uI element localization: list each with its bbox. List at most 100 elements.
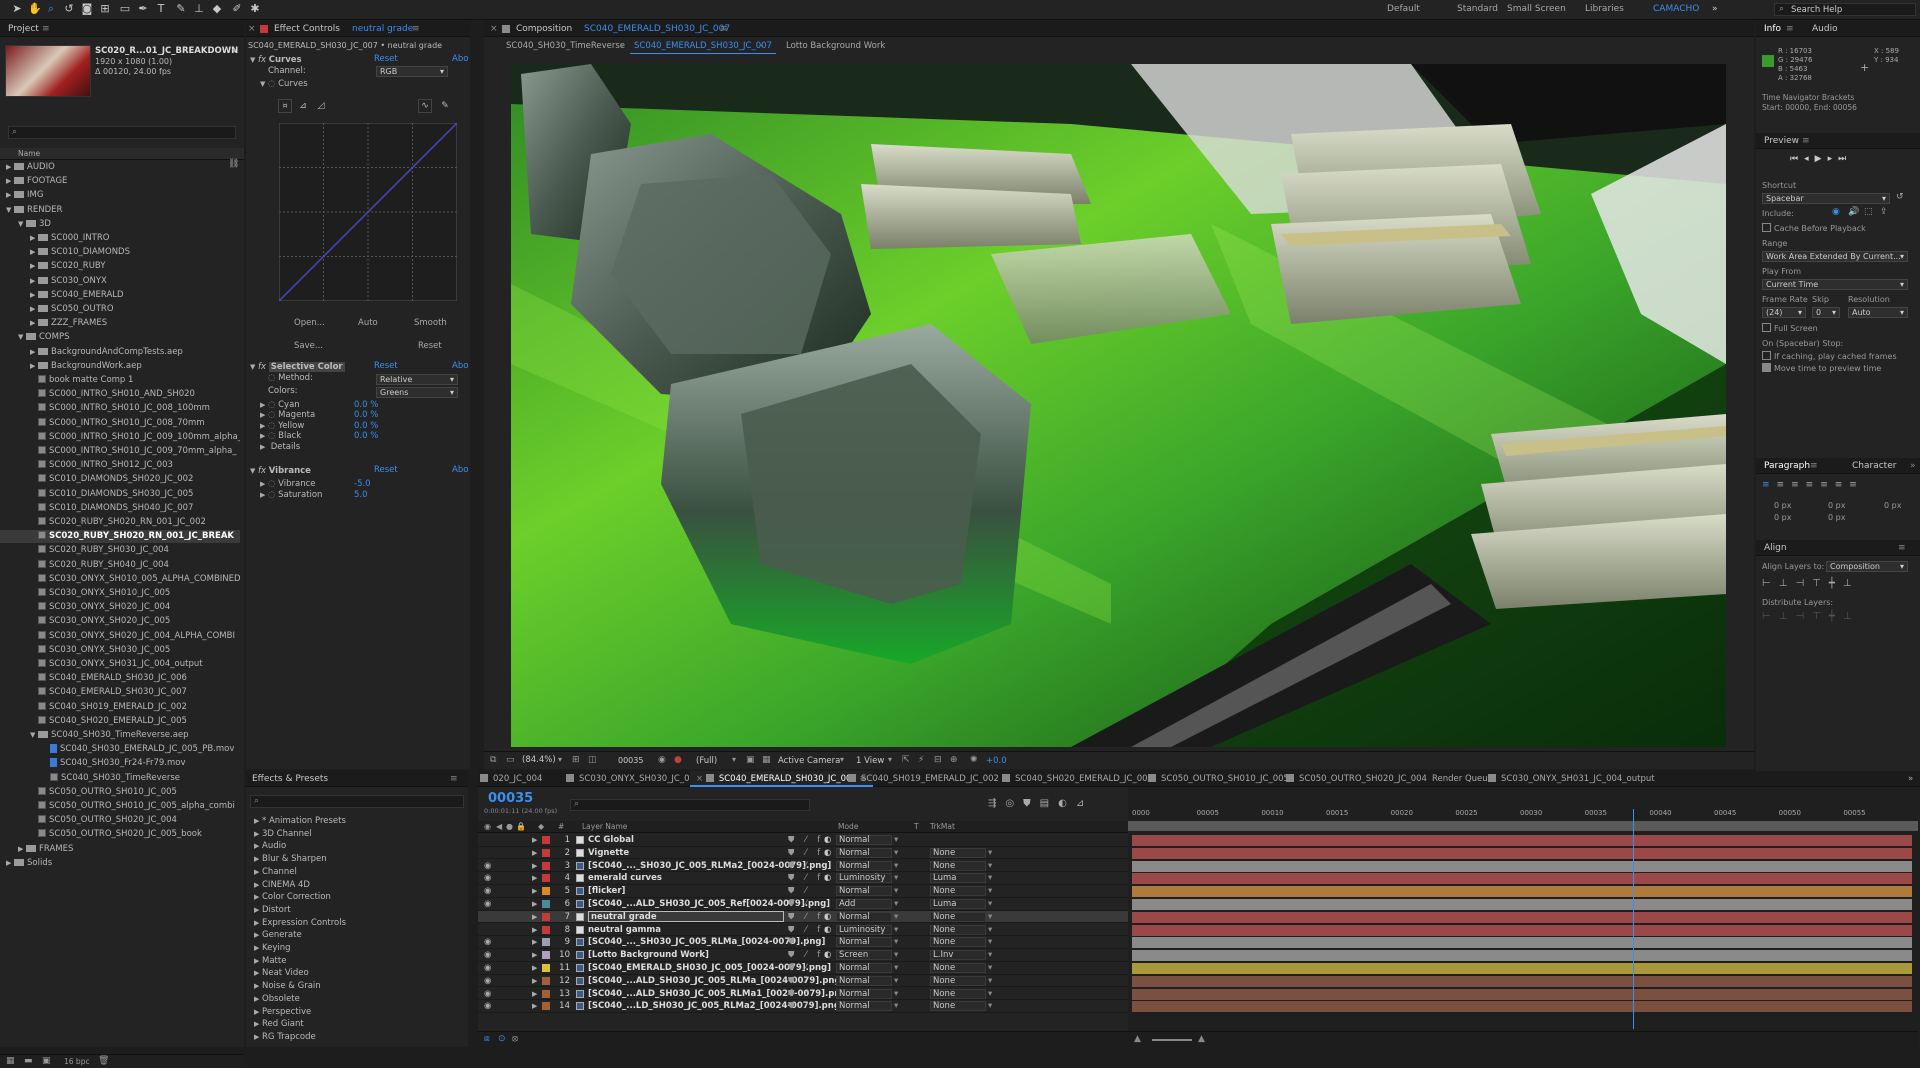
layer-duration-bar[interactable]: [1132, 873, 1912, 885]
move-time-checkbox[interactable]: [1762, 363, 1771, 372]
label-color[interactable]: [542, 900, 550, 908]
selective-color-details[interactable]: ▶ Details: [260, 441, 492, 453]
magnification-dropdown[interactable]: (84.4%): [522, 755, 556, 765]
project-item[interactable]: ▼ COMPS: [0, 331, 240, 344]
expand-right-icon[interactable]: ▶: [254, 967, 262, 980]
visibility-eye-icon[interactable]: ◉: [484, 860, 491, 873]
chevron-down-icon[interactable]: ▾: [894, 949, 898, 962]
label-color[interactable]: [542, 861, 550, 870]
effect-category[interactable]: ▶ Channel: [254, 866, 297, 879]
expand-right-icon[interactable]: ▶: [6, 189, 14, 202]
project-item[interactable]: SC040_SH030_TimeReverse: [0, 772, 240, 785]
track-matte-dropdown[interactable]: None: [930, 1001, 986, 1012]
label-color[interactable]: [542, 925, 550, 934]
project-item[interactable]: ▶ SC010_DIAMONDS: [0, 246, 240, 259]
skip-dropdown[interactable]: 0 ▾: [1812, 307, 1840, 318]
chevron-down-icon[interactable]: ▾: [894, 975, 898, 988]
track-matte-dropdown[interactable]: None: [930, 860, 986, 871]
chevron-down-icon[interactable]: ▾: [988, 1000, 992, 1013]
project-item[interactable]: ▶ AUDIO: [0, 161, 240, 174]
in-out-icon[interactable]: ⦻: [512, 1034, 518, 1044]
timeline-tab[interactable]: SC030_ONYX_SH031_JC_004_output: [1488, 771, 1655, 787]
chevron-down-icon[interactable]: ▾: [988, 911, 992, 924]
align-right-edges-icon[interactable]: ⊣: [1795, 578, 1812, 589]
effect-category[interactable]: ▶ Distort: [254, 904, 291, 917]
effect-category[interactable]: ▶ Neat Video: [254, 967, 309, 980]
project-item[interactable]: SC050_OUTRO_SH020_JC_005_book: [0, 828, 240, 841]
effect-controls-tab[interactable]: Effect Controls: [274, 21, 340, 37]
preview-tab[interactable]: Preview: [1764, 133, 1799, 149]
expand-right-icon[interactable]: ▶: [6, 857, 14, 870]
indent-left-value[interactable]: 0 px: [1774, 501, 1791, 510]
channel-dropdown[interactable]: RGB ▾: [376, 66, 448, 77]
expand-right-icon[interactable]: ▶: [6, 175, 14, 188]
chevron-down-icon[interactable]: ▾: [988, 898, 992, 911]
label-color[interactable]: [542, 938, 550, 947]
resolution-dropdown[interactable]: (Full): [696, 756, 717, 766]
playhead[interactable]: [1632, 809, 1634, 1029]
interpret-footage-icon[interactable]: ▦: [6, 1056, 15, 1066]
visibility-eye-icon[interactable]: ◉: [484, 962, 491, 975]
chevron-down-icon[interactable]: ▾: [894, 898, 898, 911]
vibrance-header[interactable]: ▼ fx Vibrance: [250, 465, 482, 477]
curve-pencil-icon[interactable]: ✎: [438, 99, 452, 113]
project-item[interactable]: ▶ Solids: [0, 857, 240, 870]
chevron-down-icon[interactable]: ▾: [894, 962, 898, 975]
blend-mode-dropdown[interactable]: Normal: [836, 937, 892, 948]
expand-right-icon[interactable]: ▶: [532, 962, 537, 975]
timeline-tab[interactable]: × SC040_EMERALD_SH030_JC_007 ≡: [690, 771, 873, 787]
workspace-small-screen[interactable]: Small Screen: [1507, 4, 1566, 14]
visibility-eye-icon[interactable]: ◉: [484, 885, 491, 898]
expand-right-icon[interactable]: ▶: [30, 346, 38, 359]
space-after-value[interactable]: 0 px: [1828, 513, 1845, 522]
expand-right-icon[interactable]: ▶: [260, 441, 268, 453]
chevron-down-icon[interactable]: ▾: [988, 847, 992, 860]
justify-right-icon[interactable]: ≡: [1835, 480, 1850, 490]
expand-right-icon[interactable]: ▶: [254, 879, 262, 892]
effect-category[interactable]: ▶ Keying: [254, 942, 291, 955]
effect-controls-layer[interactable]: neutral grade: [352, 21, 413, 37]
layer-row[interactable]: ◉ ▶ 5 [flicker] ⛊ ⁄ Normal ▾ None ▾: [478, 885, 1128, 898]
track-matte-dropdown[interactable]: None: [930, 911, 986, 922]
layer-duration-bar[interactable]: [1132, 847, 1912, 859]
chevron-down-icon[interactable]: ▾: [894, 885, 898, 898]
move-time-option[interactable]: Move time to preview time: [1762, 363, 1881, 373]
method-dropdown[interactable]: Relative ▾: [376, 374, 458, 385]
composition-tab-name[interactable]: SC040_EMERALD_SH030_JC_007: [584, 21, 730, 37]
layer-row[interactable]: ◉ ▶ 10 [Lotto Background Work] ⛊ ⁄ fx ◐ Screen…: [478, 949, 1128, 962]
expand-right-icon[interactable]: ▶: [30, 275, 38, 288]
new-folder-icon[interactable]: ▬: [24, 1056, 33, 1066]
chevron-down-icon[interactable]: ▾: [894, 988, 898, 1001]
project-item[interactable]: SC010_DIAMONDS_SH030_JC_005: [0, 488, 240, 501]
layer-switches[interactable]: ⛊ ⁄: [788, 936, 811, 949]
motion-blur-icon[interactable]: ◐: [1058, 798, 1076, 809]
stopwatch-icon[interactable]: ◌: [268, 490, 275, 500]
shy-icon[interactable]: ⛊: [1023, 798, 1040, 809]
blend-mode-dropdown[interactable]: Normal: [836, 911, 892, 922]
expand-right-icon[interactable]: ▶: [254, 917, 262, 930]
graph-editor-icon[interactable]: ⊿: [1076, 798, 1093, 809]
adjustment-layer-icon[interactable]: ◐: [824, 949, 831, 962]
chevron-down-icon[interactable]: ▾: [888, 755, 892, 764]
project-item[interactable]: SC030_ONYX_SH031_JC_004_output: [0, 658, 240, 671]
include-audio-icon[interactable]: 🔊: [1848, 207, 1859, 217]
effect-category[interactable]: ▶ Noise & Grain: [254, 980, 321, 993]
hand-tool-icon[interactable]: ✋: [28, 2, 42, 16]
timeline-tab[interactable]: Render Queue: [1432, 771, 1493, 787]
expand-right-icon[interactable]: ▶: [254, 1018, 262, 1031]
layer-row[interactable]: ▶ 8 neutral gamma ⛊ ⁄ fx ◐ Luminosity ▾ None ▾: [478, 924, 1128, 937]
layer-name[interactable]: [flicker]: [588, 885, 625, 898]
blend-mode-dropdown[interactable]: Normal: [836, 847, 892, 858]
chevron-down-icon[interactable]: ▾: [988, 936, 992, 949]
full-screen-option[interactable]: Full Screen: [1762, 323, 1818, 333]
project-item[interactable]: SC000_INTRO_SH010_JC_009_100mm_alpha_: [0, 431, 240, 444]
layer-duration-bar[interactable]: [1132, 950, 1912, 962]
blend-mode-dropdown[interactable]: Normal: [836, 975, 892, 986]
project-search-input[interactable]: ⌕: [8, 126, 236, 139]
full-screen-checkbox[interactable]: [1762, 323, 1771, 332]
curves-about-link[interactable]: Abo: [452, 54, 468, 64]
layer-row[interactable]: ◉ ▶ 9 [SC040_..._SH030_JC_005_RLMa_[0024-00…: [478, 936, 1128, 949]
expand-right-icon[interactable]: ▶: [254, 891, 262, 904]
curve-bezier-icon[interactable]: ∿: [418, 99, 432, 113]
comp-mini-flowchart-icon[interactable]: ⇶: [988, 798, 1005, 809]
